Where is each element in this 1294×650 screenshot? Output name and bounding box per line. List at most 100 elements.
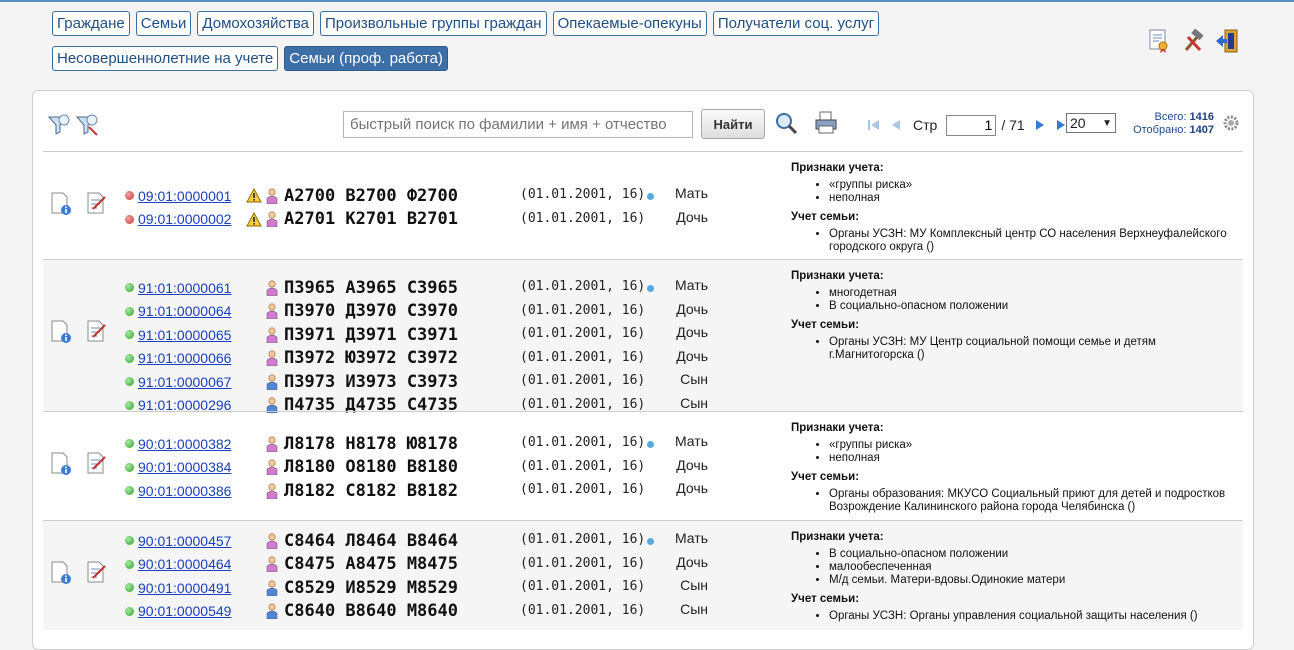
quick-search-input[interactable] [343, 111, 693, 138]
page-label: Стр [913, 117, 938, 133]
member-id-link[interactable]: 90:01:0000457 [138, 533, 246, 549]
member-role: Мать [674, 530, 708, 546]
member-role: Мать [674, 185, 708, 201]
member-role: Дочь [676, 456, 708, 473]
family-actions [49, 192, 109, 216]
member-role: Дочь [676, 208, 708, 225]
gear-icon[interactable] [1223, 115, 1239, 131]
tab-families-prof-work[interactable]: Семьи (проф. работа) [284, 46, 448, 71]
status-dot [125, 439, 134, 448]
sign-item: многодетная [829, 287, 1241, 300]
member-birthdate: (01.01.2001, 16) [520, 435, 646, 450]
member-id-link[interactable]: 91:01:0000061 [138, 280, 246, 296]
chevron-down-icon: ▼ [1102, 118, 1112, 129]
page-size-value: 20 [1070, 115, 1086, 131]
female-person-icon [266, 532, 278, 549]
family-registration-info: Признаки учета: В социально-опасном полож… [791, 531, 1241, 629]
page-size-select[interactable]: 20 ▼ [1066, 113, 1116, 133]
member-birthdate: (01.01.2001, 16) [520, 458, 646, 474]
family-info-icon[interactable] [49, 561, 73, 585]
status-dot [125, 330, 134, 339]
family-group: 09:01:0000001 А2700 В2700 Ф2700 (01.01.200… [43, 151, 1243, 259]
next-page-icon[interactable] [1033, 118, 1047, 132]
registration-title: Учет семьи: [791, 211, 860, 223]
status-dot [125, 377, 134, 386]
family-registration-info: Признаки учета: многодетнаяВ социально-оп… [791, 270, 1241, 368]
first-page-icon[interactable] [867, 118, 881, 132]
family-info-icon[interactable] [49, 192, 73, 216]
member-id-link[interactable]: 09:01:0000001 [138, 188, 246, 204]
tab-custom-groups[interactable]: Произвольные группы граждан [319, 11, 547, 36]
family-registration-info: Признаки учета: «группы риска»неполная Уче… [791, 422, 1241, 520]
family-edit-icon[interactable] [85, 320, 109, 344]
member-id-link[interactable]: 90:01:0000384 [138, 459, 246, 475]
filter-icon[interactable] [47, 111, 73, 137]
registration-list: Органы УСЗН: МУ Комплексный центр СО нас… [791, 228, 1241, 254]
family-edit-icon[interactable] [85, 561, 109, 585]
female-person-icon [266, 459, 278, 476]
signs-title: Признаки учета: [791, 270, 884, 282]
list-toolbar: Найти Стр / 71 20 ▼ Всего: 1416 Отобрано… [33, 91, 1253, 151]
member-id-link[interactable]: 90:01:0000386 [138, 483, 246, 499]
registration-title: Учет семьи: [791, 471, 860, 483]
printer-icon[interactable] [813, 110, 839, 136]
tab-citizens[interactable]: Граждане [52, 11, 130, 36]
registration-list: Органы образования: МКУСО Социальный при… [791, 488, 1241, 514]
member-birthdate: (01.01.2001, 16) [520, 482, 646, 497]
tab-households[interactable]: Домохозяйства [197, 11, 314, 36]
family-info-icon[interactable] [49, 452, 73, 476]
prev-page-icon[interactable] [889, 118, 903, 132]
tab-families[interactable]: Семьи [135, 11, 192, 36]
signs-list: многодетнаяВ социально-опасном положении [791, 287, 1241, 313]
member-id-link[interactable]: 90:01:0000382 [138, 436, 246, 452]
member-birthdate: (01.01.2001, 16) [520, 279, 646, 294]
male-person-icon [266, 603, 278, 620]
male-person-icon [266, 373, 278, 390]
member-id-link[interactable]: 91:01:0000064 [138, 303, 246, 319]
sign-item: В социально-опасном положении [829, 300, 1241, 313]
member-id-link[interactable]: 90:01:0000549 [138, 603, 246, 619]
selected-line: Отобрано: 1407 [1119, 124, 1214, 137]
exit-icon[interactable] [1214, 28, 1240, 54]
registration-list: Органы УСЗН: Органы управления социально… [791, 610, 1241, 623]
member-id-link[interactable]: 91:01:0000065 [138, 327, 246, 343]
status-dot [125, 583, 134, 592]
registration-item: Органы образования: МКУСО Социальный при… [829, 488, 1241, 514]
sign-item: В социально-опасном положении [829, 548, 1241, 561]
family-edit-icon[interactable] [85, 192, 109, 216]
member-role: Дочь [676, 347, 708, 364]
family-registration-info: Признаки учета: «группы риска»неполная Уче… [791, 162, 1241, 260]
member-role: Дочь [676, 300, 708, 317]
member-birthdate: (01.01.2001, 16) [520, 579, 646, 594]
tools-icon[interactable] [1180, 28, 1206, 54]
female-person-icon [266, 350, 278, 367]
search-button[interactable]: Найти [701, 109, 765, 139]
tab-minors[interactable]: Несовершеннолетние на учете [52, 46, 279, 71]
sign-item: малообеспеченная [829, 561, 1241, 574]
tab-service-recipients[interactable]: Получатели соц. услуг [712, 11, 880, 36]
registration-item: Органы УСЗН: Органы управления социально… [829, 610, 1241, 623]
member-role: Сын [680, 371, 708, 387]
certificate-icon[interactable] [1146, 28, 1172, 54]
family-edit-icon[interactable] [85, 452, 109, 476]
section-tabs: Граждане Семьи Домохозяйства Произвольны… [52, 11, 1052, 81]
page-number-input[interactable] [946, 114, 997, 136]
member-id-link[interactable]: 91:01:0000067 [138, 374, 246, 390]
member-id-link[interactable]: 90:01:0000491 [138, 580, 246, 596]
magnifier-icon[interactable] [773, 110, 799, 136]
clear-filter-icon[interactable] [75, 111, 101, 137]
member-id-link[interactable]: 09:01:0000002 [138, 211, 246, 227]
signs-title: Признаки учета: [791, 531, 884, 543]
member-role: Сын [680, 577, 708, 593]
member-role: Мать [674, 277, 708, 293]
member-birthdate: (01.01.2001, 16) [520, 187, 646, 202]
sign-item: «группы риска» [829, 179, 1241, 192]
family-info-icon[interactable] [49, 320, 73, 344]
female-person-icon [266, 326, 278, 343]
member-birthdate: (01.01.2001, 16) [520, 210, 646, 226]
selected-value: 1407 [1189, 124, 1214, 136]
tab-wards-guardians[interactable]: Опекаемые-опекуны [552, 11, 707, 36]
status-dot [125, 462, 134, 472]
member-id-link[interactable]: 90:01:0000464 [138, 556, 246, 572]
member-id-link[interactable]: 91:01:0000066 [138, 350, 246, 366]
